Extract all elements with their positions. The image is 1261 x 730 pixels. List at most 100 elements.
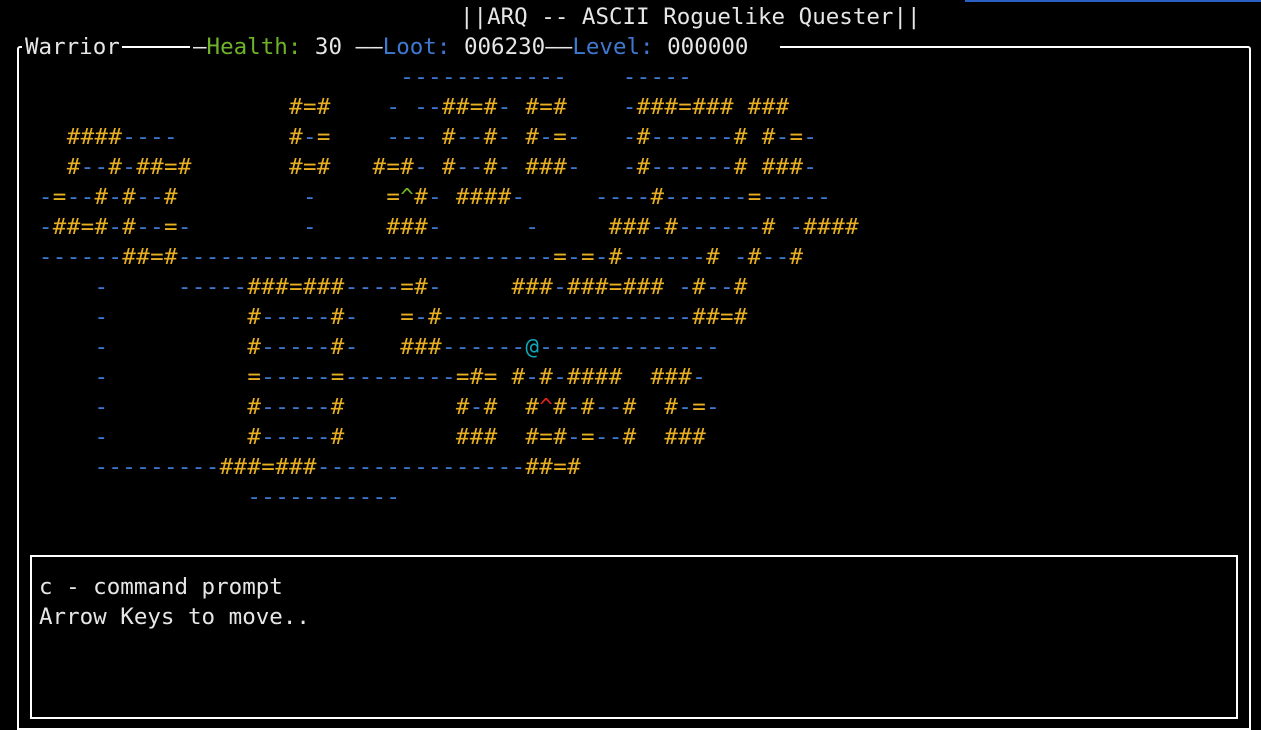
floor-tile: - [511,334,526,360]
floor-tile: - [400,364,414,390]
floor-tile: - [303,124,317,150]
wall-tile: # [650,184,665,210]
floor-tile: - [664,304,678,330]
floor-tile: - [469,334,484,360]
floor-tile: - [303,184,317,210]
floor-tile: - [608,304,623,330]
wall-tile: = [164,214,178,240]
floor-tile: - [817,184,831,210]
floor-tile: - [692,154,706,180]
wall-tile: # [622,214,637,240]
wall-tile: # [372,154,387,180]
wall-tile: # [247,424,261,450]
wall-tile: # [289,154,303,180]
floor-tile: - [316,244,331,270]
floor-tile: - [94,244,109,270]
wall-tile: # [400,214,414,240]
floor-tile: - [414,94,428,120]
floor-tile: - [94,274,109,300]
floor-tile: - [664,64,678,90]
wall-tile: = [553,454,567,480]
floor-tile: - [177,214,192,240]
floor-tile: - [622,64,637,90]
floor-tile: - [316,424,331,450]
wall-tile: # [747,94,762,120]
wall-tile: = [386,154,400,180]
floor-tile: - [720,214,734,240]
wall-tile: # [664,214,678,240]
wall-tile: = [678,94,692,120]
floor-tile: - [150,214,164,240]
floor-tile: - [650,334,665,360]
floor-tile: - [122,124,136,150]
message-line: c - command prompt [39,574,283,600]
floor-tile: - [414,304,428,330]
floor-tile: - [678,244,692,270]
floor-tile: - [344,274,359,300]
wall-tile: # [706,244,720,270]
floor-tile: - [316,484,331,510]
floor-tile: - [789,184,804,210]
floor-tile: - [678,304,692,330]
floor-tile: - [511,64,526,90]
map-row: # # # # - - - - # - = - - - # - - # - # - = - - # - - - - - - # # - = - [25,122,1025,152]
floor-tile: - [567,154,581,180]
wall-tile: # [539,154,553,180]
wall-tile: # [400,334,414,360]
floor-tile: - [706,214,720,240]
floor-tile: - [372,484,387,510]
floor-tile: - [469,154,484,180]
floor-tile: - [275,484,289,510]
floor-tile: - [303,214,317,240]
wall-tile: # [330,334,345,360]
floor-tile: - [539,124,553,150]
floor-tile: - [483,454,498,480]
floor-tile: - [414,124,428,150]
wall-tile: # [525,124,539,150]
floor-tile: - [803,154,817,180]
wall-tile: # [122,244,136,270]
floor-tile: - [455,454,470,480]
floor-tile: - [247,484,261,510]
floor-tile: - [289,304,303,330]
floor-tile: - [622,184,637,210]
floor-tile: - [38,214,53,240]
floor-tile: - [706,154,720,180]
wall-tile: = [581,244,595,270]
floor-tile: - [372,364,387,390]
wall-tile: # [581,394,595,420]
level-value: 000000 [667,34,749,60]
wall-tile: # [525,94,539,120]
floor-tile: - [38,184,53,210]
floor-tile: - [650,64,665,90]
floor-tile: - [497,154,512,180]
wall-tile: # [553,424,567,450]
floor-tile: - [261,244,275,270]
floor-tile: - [205,244,220,270]
map-row: # = # - - - # # = # - # = # - # # # = # # # # # # [25,92,1025,122]
wall-tile: # [511,274,526,300]
wall-tile: # [330,394,345,420]
wall-tile: # [525,394,539,420]
floor-tile: - [164,454,178,480]
floor-tile: - [80,154,95,180]
floor-tile: - [692,334,706,360]
floor-tile: - [497,244,512,270]
floor-tile: - [567,244,581,270]
wall-tile: # [650,364,665,390]
wall-tile: # [525,424,539,450]
loot-value: 006230 [463,34,546,60]
floor-tile: - [622,154,637,180]
floor-tile: - [761,184,776,210]
wall-tile: = [553,244,567,270]
wall-tile: # [66,124,81,150]
floor-tile: - [594,304,609,330]
floor-tile: - [261,394,275,420]
floor-tile: - [316,364,331,390]
floor-tile: - [720,274,734,300]
wall-tile: # [761,124,776,150]
wall-tile: = [150,244,164,270]
floor-tile: - [553,64,567,90]
floor-tile: - [372,244,387,270]
wall-tile: # [428,304,442,330]
